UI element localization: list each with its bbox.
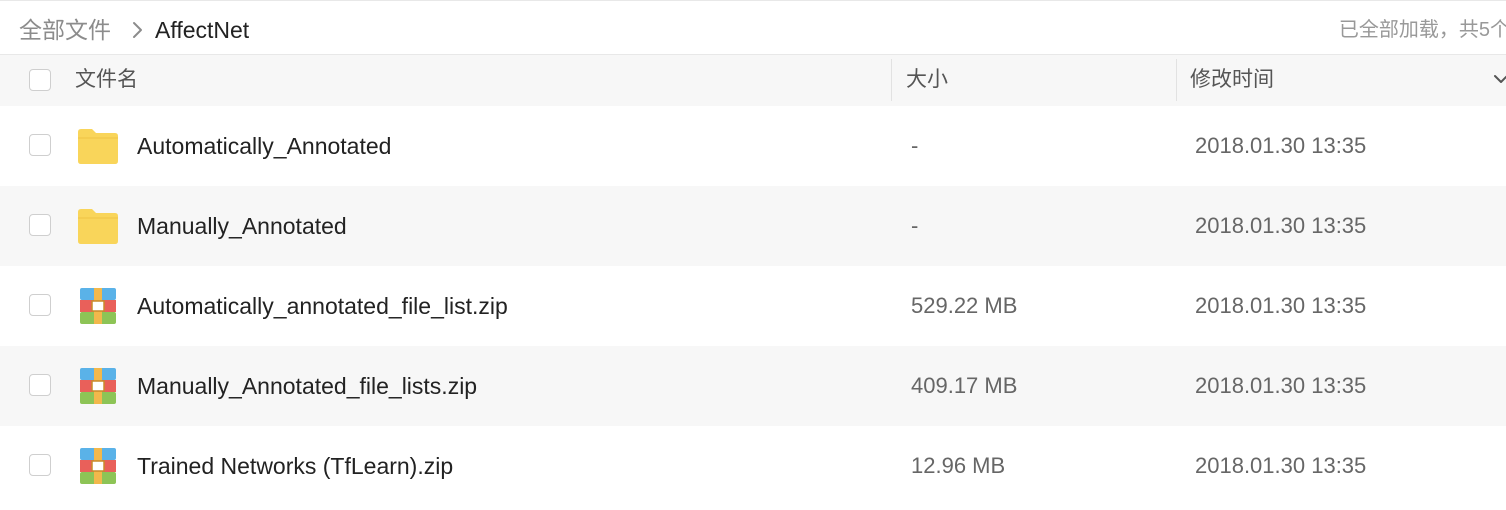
folder-icon [78, 209, 118, 244]
file-name[interactable]: Automatically_annotated_file_list.zip [137, 290, 508, 322]
file-modified-time: 2018.01.30 13:35 [1195, 133, 1367, 158]
folder-icon [78, 129, 118, 164]
row-checkbox[interactable] [29, 134, 51, 156]
breadcrumb-root-link[interactable]: 全部文件 [19, 15, 111, 45]
file-modified-time: 2018.01.30 13:35 [1195, 373, 1367, 398]
row-checkbox[interactable] [29, 214, 51, 236]
row-checkbox[interactable] [29, 374, 51, 396]
file-size: 409.17 MB [911, 373, 1018, 398]
column-divider[interactable] [1176, 59, 1177, 101]
file-size: - [911, 213, 919, 238]
column-header-modified[interactable]: 修改时间 [1190, 65, 1274, 95]
breadcrumb-bar: 全部文件 AffectNet 已全部加载，共5个 [0, 0, 1506, 55]
file-size: - [911, 133, 919, 158]
file-size: 12.96 MB [911, 453, 1006, 478]
column-header-name[interactable]: 文件名 [75, 65, 138, 95]
table-row[interactable]: Manually_Annotated_file_lists.zip 409.17… [0, 346, 1506, 426]
zip-archive-icon [80, 448, 116, 484]
row-checkbox[interactable] [29, 454, 51, 476]
table-header: 文件名 大小 修改时间 [0, 55, 1506, 106]
column-header-size[interactable]: 大小 [906, 65, 948, 95]
zip-archive-icon [80, 288, 116, 324]
row-checkbox[interactable] [29, 294, 51, 316]
select-all-checkbox[interactable] [29, 69, 51, 91]
file-name[interactable]: Manually_Annotated_file_lists.zip [137, 370, 477, 402]
file-name[interactable]: Manually_Annotated [137, 210, 347, 242]
file-browser: 全部文件 AffectNet 已全部加载，共5个 文件名 大小 修改时间 Aut… [0, 0, 1506, 510]
breadcrumb-current: AffectNet [155, 17, 250, 43]
column-divider[interactable] [891, 59, 892, 101]
table-row[interactable]: Automatically_Annotated - 2018.01.30 13:… [0, 106, 1506, 186]
file-modified-time: 2018.01.30 13:35 [1195, 213, 1367, 238]
file-modified-time: 2018.01.30 13:35 [1195, 453, 1367, 478]
load-status-text: 已全部加载，共5个 [1338, 19, 1506, 41]
table-row[interactable]: Automatically_annotated_file_list.zip 52… [0, 266, 1506, 346]
zip-archive-icon [80, 368, 116, 404]
chevron-right-icon [133, 22, 142, 38]
file-size: 529.22 MB [911, 293, 1018, 318]
table-row[interactable]: Manually_Annotated - 2018.01.30 13:35 [0, 186, 1506, 266]
file-modified-time: 2018.01.30 13:35 [1195, 293, 1367, 318]
file-name[interactable]: Trained Networks (TfLearn).zip [137, 450, 453, 482]
sort-chevron-down-icon[interactable] [1492, 72, 1506, 86]
table-row[interactable]: Trained Networks (TfLearn).zip 12.96 MB … [0, 426, 1506, 506]
file-name[interactable]: Automatically_Annotated [137, 130, 391, 162]
